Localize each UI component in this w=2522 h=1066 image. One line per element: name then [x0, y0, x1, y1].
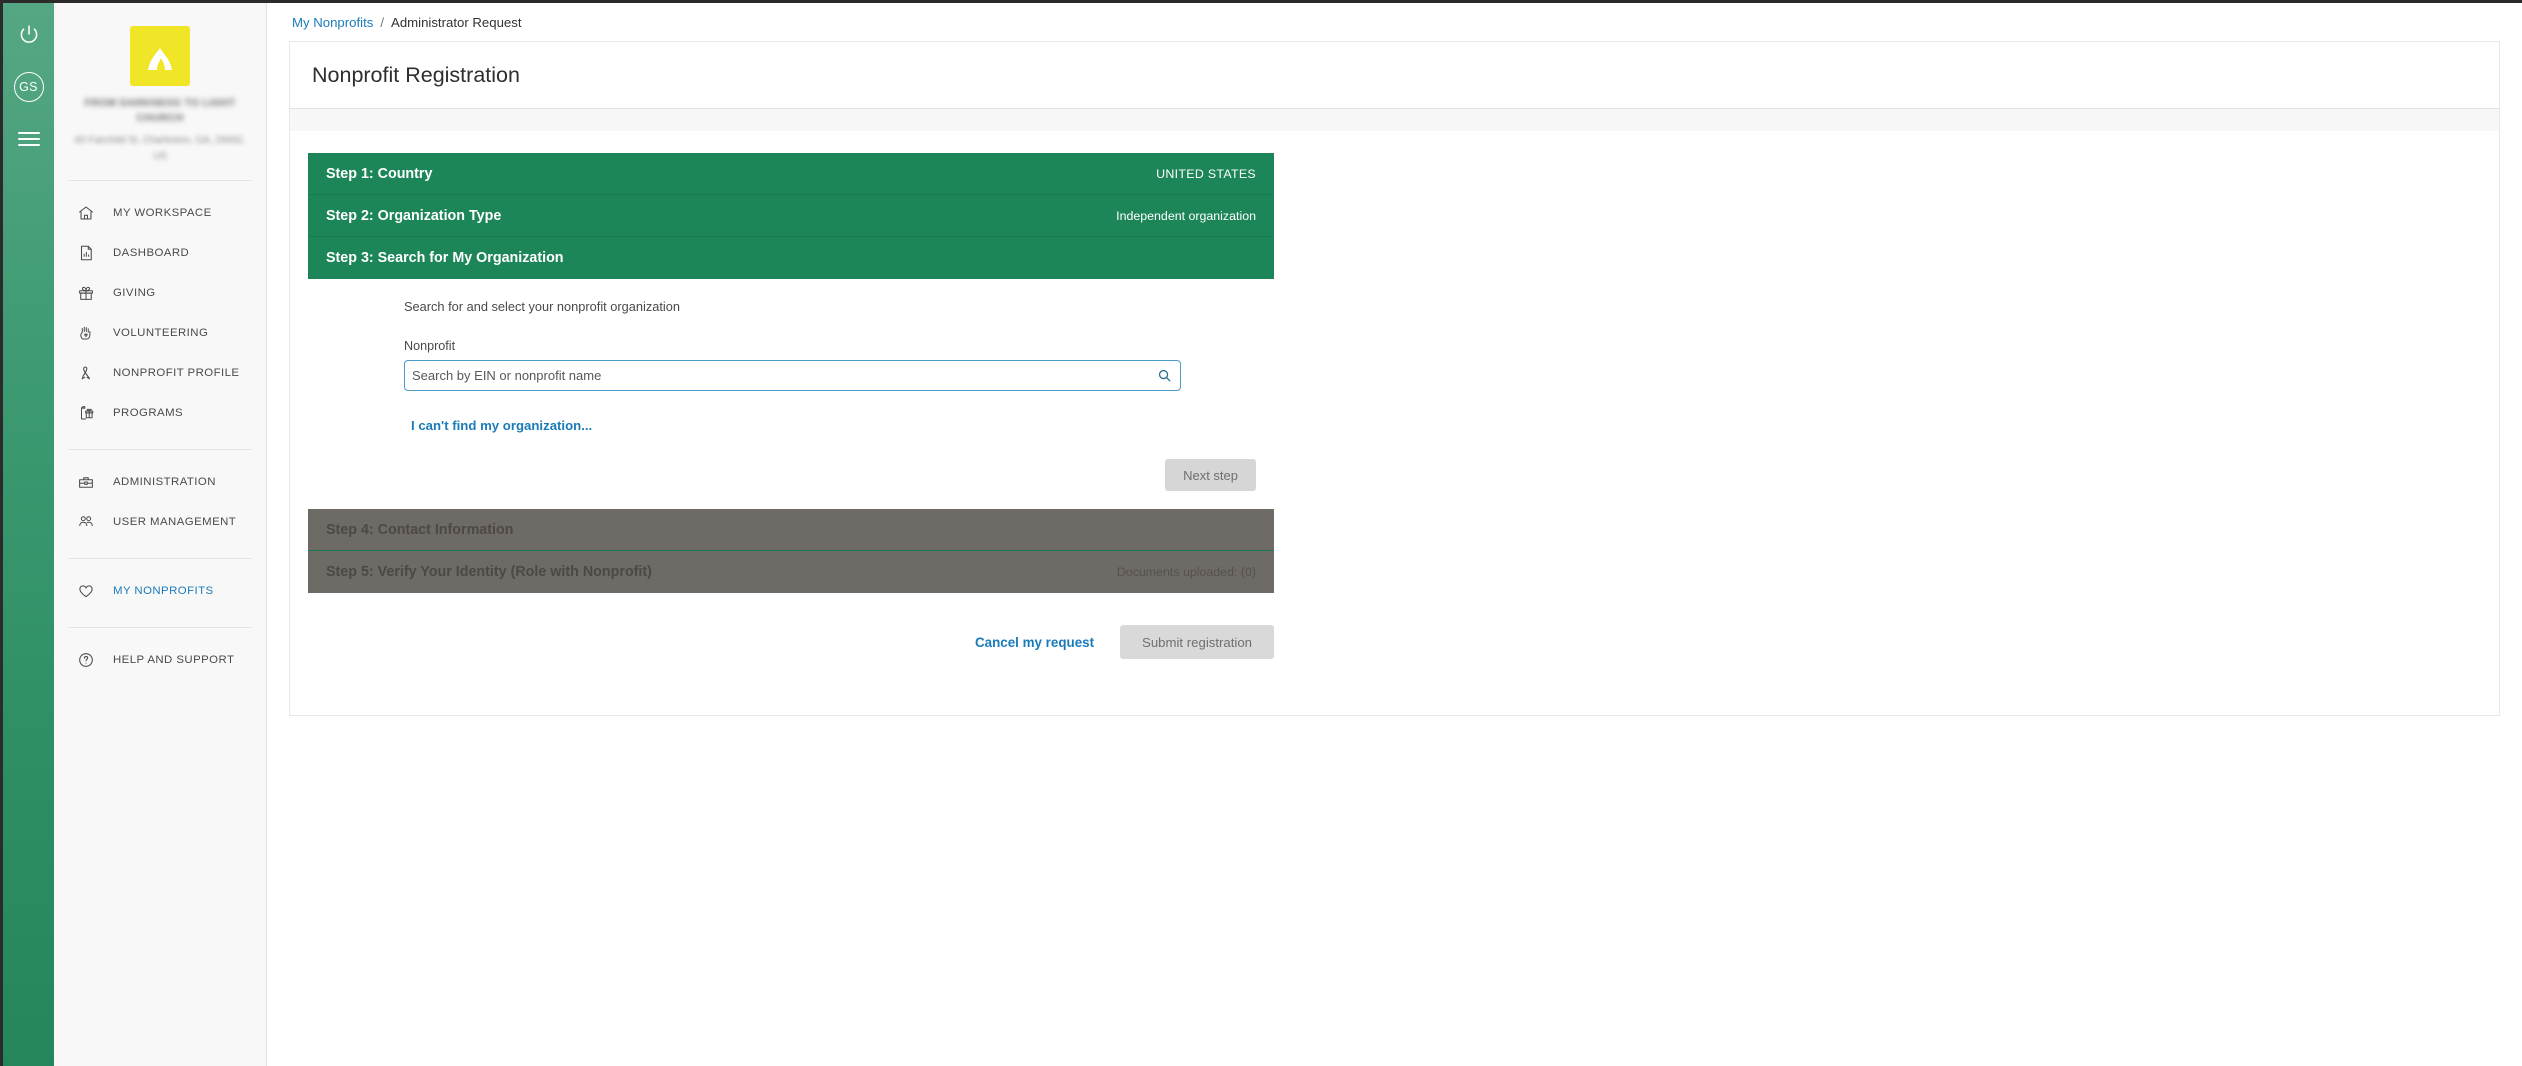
- sidebar-item-programs[interactable]: PROGRAMS: [54, 393, 266, 433]
- hand-heart-icon: [76, 323, 95, 342]
- panel-description: Search for and select your nonprofit org…: [404, 299, 681, 314]
- sidebar-item-dashboard[interactable]: DASHBOARD: [54, 233, 266, 273]
- org-logo: [130, 26, 190, 86]
- heart-icon: [76, 581, 95, 600]
- power-icon[interactable]: [14, 20, 44, 50]
- breadcrumb: My Nonprofits / Administrator Request: [267, 3, 2522, 41]
- nav-group-primary: MY WORKSPACE DASHBOARD GIVING VOLUNTEERI…: [54, 181, 266, 433]
- step-row-verify-identity: Step 5: Verify Your Identity (Role with …: [308, 551, 1274, 593]
- step-row-contact-information: Step 4: Contact Information: [308, 509, 1274, 551]
- step-title: Step 5: Verify Your Identity (Role with …: [326, 564, 652, 580]
- submit-registration-button[interactable]: Submit registration: [1120, 625, 1274, 659]
- page-header-card: Nonprofit Registration: [289, 41, 2500, 109]
- avatar-initials: GS: [19, 80, 38, 94]
- step-row-organization-type[interactable]: Step 2: Organization Type Independent or…: [308, 195, 1274, 237]
- nav-group-nonprofits: MY NONPROFITS: [54, 559, 266, 611]
- app-window: GS FROM DARKNESS TO LIGHT CHURCH 60 Fair…: [0, 0, 2522, 1066]
- bottom-spacer: [308, 659, 2481, 687]
- sidebar-item-label: MY NONPROFITS: [113, 584, 214, 597]
- sidebar-item-label: NONPROFIT PROFILE: [113, 366, 240, 379]
- gift-icon: [76, 283, 95, 302]
- main-content: My Nonprofits / Administrator Request No…: [267, 3, 2522, 1066]
- document-chart-icon: [76, 243, 95, 262]
- home-icon: [76, 203, 95, 222]
- sidebar-item-nonprofit-profile[interactable]: NONPROFIT PROFILE: [54, 353, 266, 393]
- cancel-my-request-link[interactable]: Cancel my request: [975, 635, 1094, 650]
- sidebar-item-administration[interactable]: ADMINISTRATION: [54, 462, 266, 502]
- nonprofit-field-label: Nonprofit: [404, 339, 456, 353]
- search-input[interactable]: [404, 360, 1181, 391]
- nonprofit-field-block: Nonprofit: [308, 339, 1274, 391]
- header-gap-strip: [289, 109, 2500, 131]
- question-circle-icon: [76, 650, 95, 669]
- org-name: FROM DARKNESS TO LIGHT CHURCH: [84, 97, 236, 125]
- breadcrumb-separator: /: [380, 14, 385, 30]
- sidebar-item-help-and-support[interactable]: HELP AND SUPPORT: [54, 640, 266, 680]
- steps-disabled-group: Step 4: Contact Information Step 5: Veri…: [308, 509, 1274, 593]
- sidebar-item-label: ADMINISTRATION: [113, 475, 216, 488]
- step-value: Documents uploaded: (0): [1116, 565, 1256, 579]
- avatar[interactable]: GS: [13, 72, 44, 102]
- sidebar-item-volunteering[interactable]: VOLUNTEERING: [54, 313, 266, 353]
- clipboard-gift-icon: [76, 403, 95, 422]
- sidebar: FROM DARKNESS TO LIGHT CHURCH 60 Fairchi…: [54, 3, 267, 1066]
- sidebar-item-giving[interactable]: GIVING: [54, 273, 266, 313]
- search-icon[interactable]: [1155, 367, 1173, 385]
- step-row-search-organization[interactable]: Step 3: Search for My Organization: [308, 237, 1274, 279]
- sidebar-item-label: PROGRAMS: [113, 406, 184, 419]
- people-icon: [76, 512, 95, 531]
- sidebar-item-user-management[interactable]: USER MANAGEMENT: [54, 502, 266, 542]
- cant-find-organization-link[interactable]: I can't find my organization...: [411, 418, 592, 433]
- registration-form-card: Step 1: Country UNITED STATES Step 2: Or…: [289, 131, 2500, 716]
- step-title: Step 2: Organization Type: [326, 207, 502, 224]
- footer-actions: Cancel my request Submit registration: [308, 625, 1274, 659]
- nav-group-admin: ADMINISTRATION USER MANAGEMENT: [54, 450, 266, 542]
- org-block: FROM DARKNESS TO LIGHT CHURCH 60 Fairchi…: [54, 21, 266, 164]
- step-value: UNITED STATES: [1156, 166, 1256, 181]
- breadcrumb-parent-link[interactable]: My Nonprofits: [292, 15, 373, 30]
- next-step-row: Next step: [308, 459, 1274, 491]
- toolbox-icon: [76, 472, 95, 491]
- nav-group-help: HELP AND SUPPORT: [54, 628, 266, 680]
- next-step-button[interactable]: Next step: [1165, 459, 1256, 491]
- sidebar-item-label: HELP AND SUPPORT: [113, 653, 235, 666]
- step-title: Step 3: Search for My Organization: [326, 250, 564, 266]
- step-title: Step 1: Country: [326, 165, 433, 182]
- step-value: Independent organization: [1116, 208, 1256, 223]
- step-row-country[interactable]: Step 1: Country UNITED STATES: [308, 153, 1274, 195]
- sidebar-item-my-workspace[interactable]: MY WORKSPACE: [54, 193, 266, 233]
- page-title: Nonprofit Registration: [312, 62, 520, 87]
- sidebar-item-label: VOLUNTEERING: [113, 326, 209, 339]
- org-address: 60 Fairchild St, Charleston, GA, 29492, …: [74, 135, 246, 162]
- sidebar-item-label: MY WORKSPACE: [113, 206, 212, 219]
- step-title: Step 4: Contact Information: [326, 521, 514, 538]
- sidebar-item-label: DASHBOARD: [113, 246, 190, 259]
- sidebar-item-my-nonprofits[interactable]: MY NONPROFITS: [54, 571, 266, 611]
- sidebar-item-label: GIVING: [113, 286, 156, 299]
- search-input-wrap: [404, 360, 1181, 391]
- ribbon-icon: [76, 363, 95, 382]
- steps-completed-group: Step 1: Country UNITED STATES Step 2: Or…: [308, 153, 1274, 279]
- search-organization-panel: Search for and select your nonprofit org…: [308, 279, 1274, 509]
- app-rail: GS: [3, 3, 54, 1066]
- hamburger-menu-icon[interactable]: [14, 124, 44, 154]
- page-wrapper: Nonprofit Registration Step 1: Country U…: [267, 41, 2522, 716]
- breadcrumb-current: Administrator Request: [391, 14, 522, 30]
- sidebar-item-label: USER MANAGEMENT: [113, 515, 237, 528]
